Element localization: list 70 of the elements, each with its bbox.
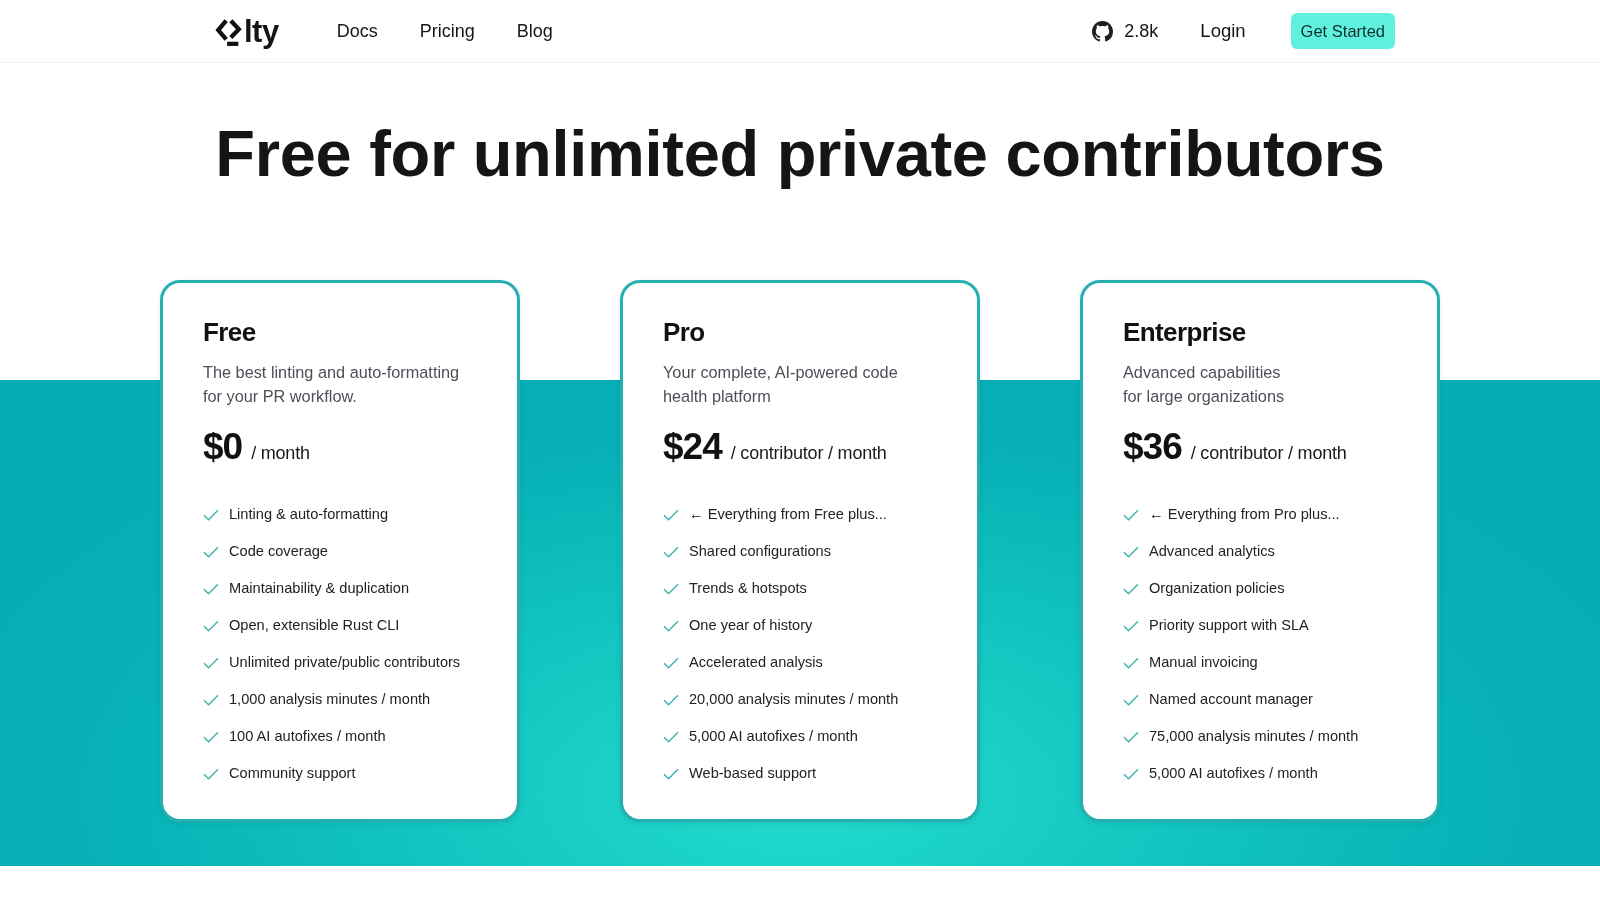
check-icon	[203, 694, 219, 706]
feature-text: Community support	[229, 764, 356, 781]
feature-text: Open, extensible Rust CLI	[229, 616, 400, 633]
feature-text: Unlimited private/public contributors	[229, 653, 461, 670]
price-period: / month	[251, 443, 310, 464]
plan-price: $36	[1123, 425, 1182, 469]
check-icon	[1123, 620, 1139, 632]
feature-text: ← Everything from Free plus...	[689, 505, 887, 522]
feature-text: Maintainability & duplication	[229, 579, 410, 596]
feature-text: Trends & hotspots	[689, 579, 807, 596]
check-icon	[1123, 546, 1139, 558]
nav-link[interactable]: Blog	[516, 20, 553, 42]
check-icon	[1123, 509, 1139, 521]
check-icon	[663, 731, 679, 743]
plan-description: Your complete, AI-powered code health platform	[663, 362, 899, 407]
plan-price: $24	[663, 425, 722, 469]
check-icon	[1123, 768, 1139, 780]
check-icon	[1123, 694, 1139, 706]
feature-text: Priority support with SLA	[1149, 616, 1309, 633]
check-icon	[663, 509, 679, 521]
check-icon	[663, 768, 679, 780]
get-started-button[interactable]: Get Started	[1290, 13, 1395, 49]
price-period: / contributor / month	[730, 443, 887, 464]
nav-link[interactable]: Docs	[336, 20, 378, 42]
check-icon	[663, 620, 679, 632]
feature-text: Organization policies	[1149, 579, 1285, 596]
check-icon	[1123, 583, 1139, 595]
plan-name: Free	[203, 316, 257, 348]
feature-text: 100 AI autofixes / month	[229, 727, 386, 744]
feature-text: Code coverage	[229, 542, 328, 559]
plan-price: $0	[203, 425, 243, 469]
check-icon	[203, 583, 219, 595]
feature-text: 1,000 analysis minutes / month	[229, 690, 431, 707]
github-stars-link[interactable]: 2.8k	[1092, 20, 1159, 42]
check-icon	[663, 694, 679, 706]
feature-text: Advanced analytics	[1149, 542, 1275, 559]
check-icon	[203, 731, 219, 743]
chevron-logo-icon	[215, 16, 243, 46]
plan-name: Pro	[663, 316, 706, 348]
plan-description: The best linting and auto-formatting for your PR workflow.	[203, 362, 461, 407]
check-icon	[1123, 731, 1139, 743]
plan-description: Advanced capabilities for large organizations	[1123, 362, 1286, 407]
feature-text: 5,000 AI autofixes / month	[689, 727, 858, 744]
feature-text: One year of history	[689, 616, 813, 633]
github-icon	[1092, 20, 1114, 42]
login-link[interactable]: Login	[1200, 20, 1246, 42]
feature-text: Shared configurations	[689, 542, 831, 559]
check-icon	[203, 509, 219, 521]
check-icon	[663, 546, 679, 558]
nav-link[interactable]: Pricing	[419, 20, 475, 42]
check-icon	[663, 657, 679, 669]
feature-text: Accelerated analysis	[689, 653, 823, 670]
feature-text: Web-based support	[689, 764, 817, 781]
feature-text: Manual invoicing	[1149, 653, 1258, 670]
feature-text: 75,000 analysis minutes / month	[1149, 727, 1359, 744]
logo-link[interactable]: lty	[215, 15, 279, 47]
hero-heading: Free for unlimited private contributors	[214, 116, 1386, 192]
check-icon	[203, 546, 219, 558]
feature-text: Linting & auto-formatting	[229, 505, 388, 522]
feature-text: 20,000 analysis minutes / month	[689, 690, 899, 707]
feature-text: ← Everything from Pro plus...	[1149, 505, 1340, 522]
check-icon	[1123, 657, 1139, 669]
price-period: / contributor / month	[1190, 443, 1347, 464]
check-icon	[203, 620, 219, 632]
check-icon	[203, 657, 219, 669]
feature-text: 5,000 AI autofixes / month	[1149, 764, 1318, 781]
check-icon	[663, 583, 679, 595]
check-icon	[203, 768, 219, 780]
feature-text: Named account manager	[1149, 690, 1313, 707]
plan-name: Enterprise	[1123, 316, 1247, 348]
